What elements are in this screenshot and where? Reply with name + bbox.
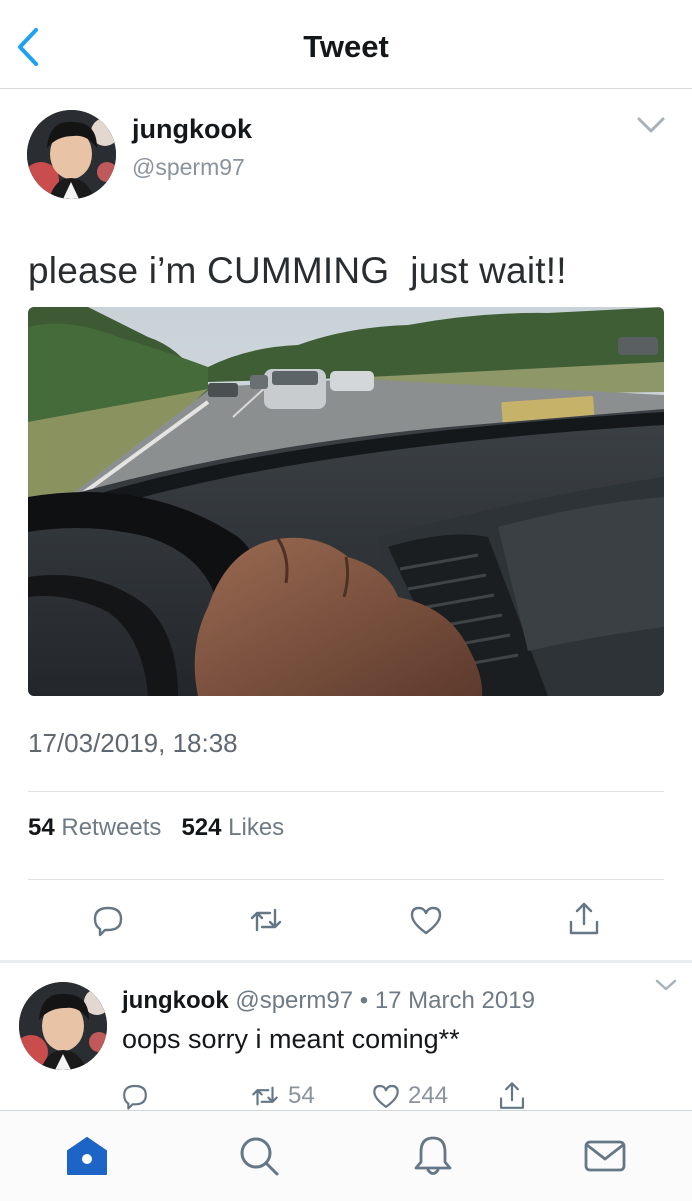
likes-stat[interactable]: 524 Likes [181, 814, 284, 841]
reply-retweet-count: 54 [288, 1082, 315, 1109]
tab-search[interactable] [236, 1133, 282, 1179]
reply-meta: @sperm97 • 17 March 2019 [235, 987, 535, 1014]
bottom-tab-bar [0, 1110, 692, 1201]
retweet-button[interactable] [248, 902, 284, 938]
tweet-text: please i’m CUMMING just wait!! [28, 250, 567, 291]
chevron-down-icon [655, 979, 677, 991]
reply-icon [93, 906, 123, 937]
heart-icon [410, 906, 442, 935]
reply-author-name[interactable]: jungkook [122, 987, 229, 1014]
search-icon [240, 1137, 279, 1176]
reply-reply-button[interactable] [120, 1080, 150, 1112]
tweet-timestamp: 17/03/2019, 18:38 [28, 728, 238, 758]
author-avatar[interactable] [27, 110, 116, 199]
retweet-icon [252, 1086, 278, 1106]
bell-icon [414, 1136, 452, 1175]
reply-icon [123, 1084, 147, 1110]
retweets-stat[interactable]: 54 Retweets [28, 814, 161, 841]
tweet-media-image[interactable] [28, 307, 664, 696]
share-icon [499, 1082, 525, 1109]
author-handle[interactable]: @sperm97 [132, 154, 245, 181]
divider [28, 879, 664, 880]
reply-like-count: 244 [408, 1082, 449, 1109]
reply-options-button[interactable] [653, 975, 679, 995]
retweets-label: Retweets [61, 814, 162, 841]
reply-author-avatar[interactable] [19, 982, 107, 1070]
thread-separator [0, 960, 692, 963]
share-button[interactable] [566, 900, 602, 936]
reply-retweet-button[interactable]: 54 [248, 1080, 315, 1112]
reply-text: oops sorry i meant coming** [122, 1024, 460, 1054]
tweet-options-button[interactable] [634, 112, 668, 138]
share-icon [569, 902, 599, 935]
author-name[interactable]: jungkook [132, 114, 252, 145]
chevron-down-icon [637, 117, 665, 133]
reply-header: jungkook @sperm97 • 17 March 2019 [122, 987, 535, 1015]
retweet-icon [250, 908, 282, 932]
envelope-icon [584, 1140, 626, 1172]
reply-share-button[interactable] [496, 1080, 528, 1112]
retweets-count: 54 [28, 814, 55, 841]
divider [28, 791, 664, 792]
top-navigation-bar: Tweet [0, 0, 692, 89]
like-button[interactable] [408, 902, 444, 938]
reply-like-button[interactable]: 244 [370, 1080, 448, 1112]
reply-button[interactable] [90, 902, 126, 938]
heart-icon [373, 1084, 399, 1108]
likes-count: 524 [181, 814, 222, 841]
tab-notifications[interactable] [410, 1133, 456, 1179]
page-title: Tweet [303, 29, 389, 64]
likes-label: Likes [228, 814, 285, 841]
tab-home[interactable] [64, 1133, 110, 1179]
home-icon [67, 1137, 107, 1175]
tab-messages[interactable] [582, 1133, 628, 1179]
tweet-stats: 54 Retweets 524 Likes [28, 814, 284, 842]
